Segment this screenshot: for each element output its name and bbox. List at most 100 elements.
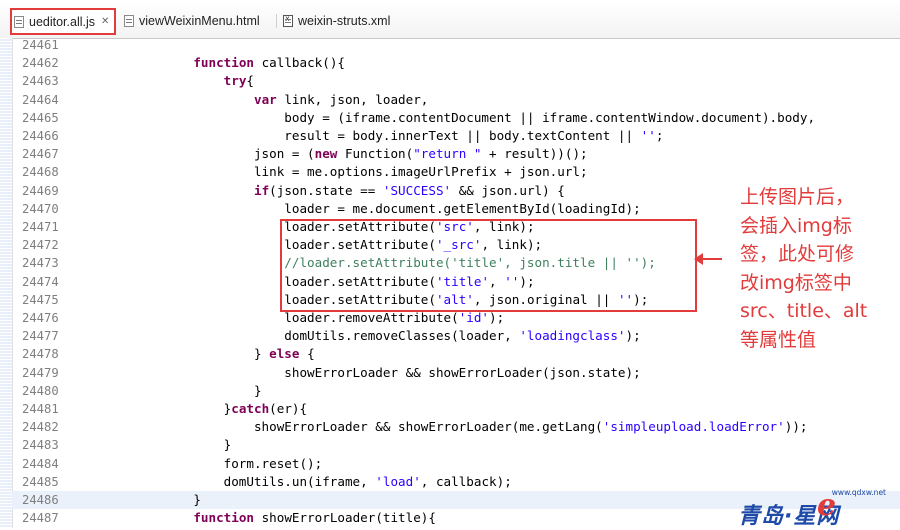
- line-number: 24478: [22, 347, 59, 362]
- annotation-text: 上传图片后， 会插入img标 签，此处可修 改img标签中 src、title、…: [740, 186, 868, 351]
- xml-file-icon: [283, 14, 293, 27]
- code-line[interactable]: 24481 }catch(er){: [12, 400, 900, 418]
- code-token: body = (iframe.contentDocument || iframe…: [72, 109, 816, 125]
- editor-tab-bar: ueditor.all.js ✕ viewWeixinMenu.html wei…: [0, 0, 900, 39]
- string-token: "return ": [413, 146, 482, 162]
- code-token: (json.state ==: [269, 182, 383, 198]
- code-line[interactable]: 24479 showErrorLoader && showErrorLoader…: [12, 364, 900, 382]
- code-text: var link, json, loader,: [72, 91, 428, 109]
- code-text: loader = me.document.getElementById(load…: [72, 200, 641, 218]
- keyword-token: if: [253, 182, 270, 198]
- line-number: 24476: [22, 311, 59, 325]
- string-token: 'simpleupload.loadError': [602, 419, 785, 435]
- code-text: }: [72, 436, 232, 454]
- string-token: 'loadingclass': [519, 328, 626, 344]
- keyword-token: new: [314, 146, 338, 162]
- code-token: }: [72, 382, 262, 398]
- line-number: 24467: [22, 147, 59, 162]
- line-number: 24463: [22, 74, 59, 89]
- line-number: 24487: [22, 511, 59, 526]
- code-token: && json.url) {: [451, 182, 565, 198]
- tab-viewweixinmenu-html[interactable]: viewWeixinMenu.html: [124, 8, 260, 34]
- code-token: );: [625, 328, 641, 344]
- code-line[interactable]: 24462 function callback(){: [12, 54, 900, 72]
- code-token: }: [72, 346, 270, 362]
- code-line[interactable]: 24484 form.reset();: [12, 455, 900, 473]
- close-icon[interactable]: ✕: [101, 16, 109, 27]
- watermark-url: www.qdxw.net: [831, 488, 886, 497]
- code-line[interactable]: 24461: [12, 36, 900, 54]
- code-line[interactable]: 24465 body = (iframe.contentDocument || …: [12, 109, 900, 127]
- code-token: loader = me.document.getElementById(load…: [72, 200, 641, 216]
- keyword-token: try: [223, 73, 247, 89]
- code-token: loader.removeAttribute(: [72, 310, 459, 325]
- js-file-icon: [14, 15, 24, 28]
- code-line[interactable]: 24467 json = (new Function("return " + r…: [12, 145, 900, 163]
- code-line[interactable]: 24480 }: [12, 382, 900, 400]
- code-line[interactable]: 24468 link = me.options.imageUrlPrefix +…: [12, 163, 900, 181]
- watermark-e-icon: e: [817, 488, 837, 523]
- code-text: json = (new Function("return " + result)…: [72, 145, 588, 163]
- code-token: showErrorLoader(title){: [254, 510, 436, 526]
- code-text: showErrorLoader && showErrorLoader(json.…: [72, 364, 641, 382]
- html-file-icon: [124, 15, 134, 27]
- keyword-token: else: [269, 346, 300, 362]
- code-token: {: [246, 73, 254, 89]
- code-text: showErrorLoader && showErrorLoader(me.ge…: [72, 418, 808, 436]
- code-token: {: [299, 346, 315, 362]
- line-number: 24482: [22, 420, 59, 435]
- code-token: domUtils.removeClasses(loader,: [72, 328, 520, 344]
- line-number: 24474: [22, 274, 59, 289]
- code-token: (er){: [269, 401, 308, 416]
- line-number: 24470: [22, 201, 59, 216]
- line-number: 24486: [22, 493, 59, 507]
- line-number: 24468: [22, 165, 59, 180]
- code-token: }: [72, 401, 232, 416]
- tab-divider: [276, 14, 277, 28]
- code-token: showErrorLoader && showErrorLoader(me.ge…: [72, 419, 603, 435]
- line-number: 24469: [22, 183, 59, 198]
- code-token: ;: [655, 128, 664, 143]
- keyword-token: catch: [231, 401, 270, 416]
- code-token: result = body.innerText || body.textCont…: [72, 128, 641, 143]
- code-line[interactable]: 24483 }: [12, 436, 900, 454]
- code-text: } else {: [72, 345, 315, 363]
- code-line[interactable]: 24463 try{: [12, 72, 900, 90]
- tab-weixin-struts-xml[interactable]: weixin-struts.xml: [283, 8, 390, 34]
- code-text: body = (iframe.contentDocument || iframe…: [72, 109, 815, 127]
- keyword-token: function: [193, 510, 254, 526]
- code-token: json = (: [72, 146, 315, 162]
- code-text: domUtils.removeClasses(loader, 'loadingc…: [72, 327, 641, 345]
- arrow-head-icon: [694, 253, 703, 265]
- tab-label: ueditor.all.js: [29, 14, 96, 29]
- code-line[interactable]: 24464 var link, json, loader,: [12, 91, 900, 109]
- code-text: form.reset();: [72, 455, 323, 473]
- code-line[interactable]: 24466 result = body.innerText || body.te…: [12, 127, 900, 145]
- code-token: showErrorLoader && showErrorLoader(json.…: [72, 364, 641, 380]
- line-number: 24462: [22, 56, 59, 71]
- code-token: + result))();: [481, 146, 588, 162]
- line-number: 24480: [22, 383, 59, 398]
- tab-ueditor-all-js[interactable]: ueditor.all.js ✕: [10, 8, 116, 35]
- highlight-box: [280, 219, 697, 312]
- code-line[interactable]: 24482 showErrorLoader && showErrorLoader…: [12, 418, 900, 436]
- line-number: 24473: [22, 256, 59, 271]
- code-token: );: [489, 310, 505, 325]
- watermark-logo: www.qdxw.net 青岛·星网 e: [738, 488, 898, 529]
- line-number: 24464: [22, 92, 59, 107]
- code-text: function showErrorLoader(title){: [72, 509, 436, 527]
- keyword-token: var: [253, 91, 277, 107]
- code-text: function callback(){: [72, 54, 345, 72]
- line-number: 24461: [22, 38, 59, 52]
- code-token: Function(: [337, 146, 414, 162]
- code-token: ));: [784, 419, 808, 435]
- tab-label: viewWeixinMenu.html: [139, 14, 260, 28]
- code-token: }: [72, 437, 232, 453]
- line-number: 24475: [22, 292, 59, 307]
- code-text: result = body.innerText || body.textCont…: [72, 127, 663, 145]
